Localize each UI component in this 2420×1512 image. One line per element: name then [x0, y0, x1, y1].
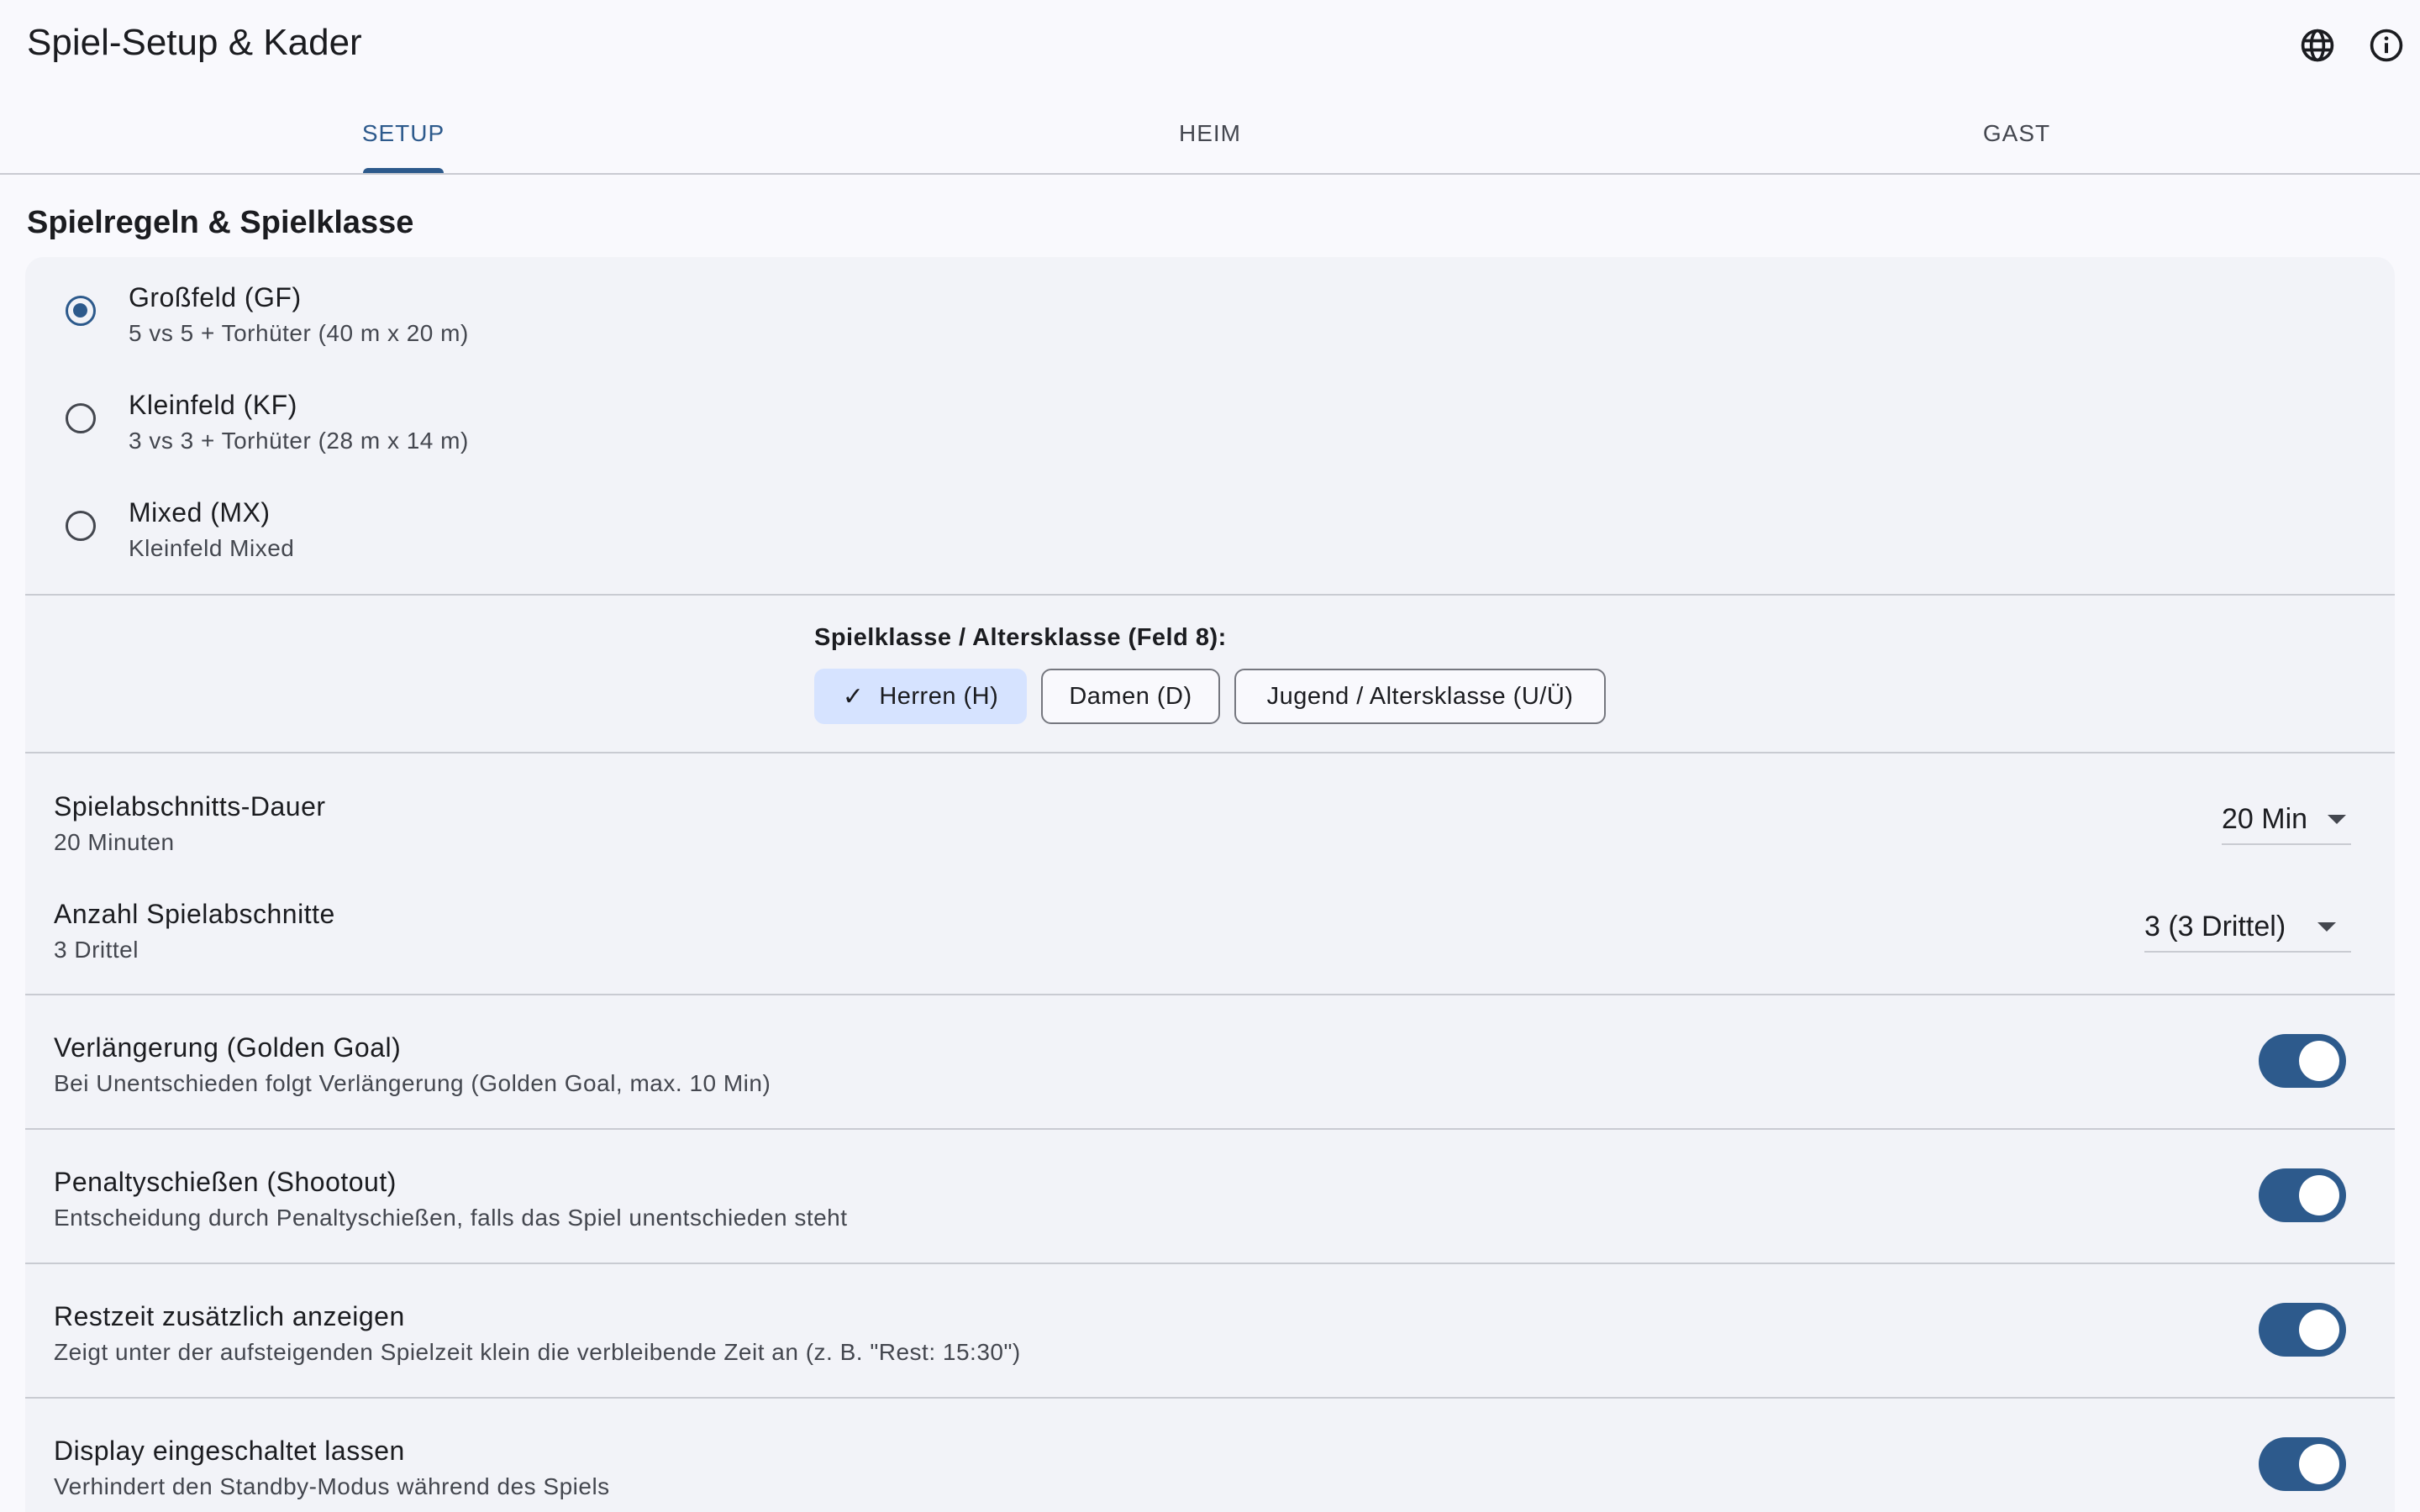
- tab-setup[interactable]: SETUP: [0, 94, 807, 173]
- chip-damen[interactable]: Damen (D): [1041, 669, 1220, 724]
- toggle-subtitle-restzeit: Zeigt unter der aufsteigenden Spielzeit …: [54, 1339, 1021, 1365]
- setting-title-dauer: Spielabschnitts-Dauer: [54, 791, 326, 822]
- option-subtitle: 5 vs 5 + Torhüter (40 m x 20 m): [129, 320, 469, 346]
- penalty-toggle[interactable]: [2259, 1168, 2346, 1222]
- option-subtitle: 3 vs 3 + Torhüter (28 m x 14 m): [129, 428, 469, 454]
- toggle-knob: [2299, 1444, 2339, 1484]
- divider: [25, 752, 2395, 753]
- toggle-title-verlaengerung: Verlängerung (Golden Goal): [54, 1032, 402, 1063]
- toggle-knob: [2299, 1041, 2339, 1081]
- radio-button[interactable]: [66, 511, 96, 541]
- restzeit-toggle[interactable]: [2259, 1303, 2346, 1357]
- toggle-subtitle-display: Verhindert den Standby-Modus während des…: [54, 1473, 610, 1499]
- toggle-knob: [2299, 1175, 2339, 1215]
- verlaengerung-toggle[interactable]: [2259, 1034, 2346, 1088]
- check-icon: ✓: [842, 682, 865, 711]
- toggle-title-penalty: Penaltyschießen (Shootout): [54, 1167, 397, 1197]
- divider: [25, 1128, 2395, 1130]
- divider: [25, 994, 2395, 995]
- setting-title-anzahl: Anzahl Spielabschnitte: [54, 899, 335, 929]
- dropdown-value: 20 Min: [2222, 802, 2308, 835]
- anzahl-dropdown[interactable]: 3 (3 Drittel): [2144, 902, 2351, 953]
- toggle-title-display: Display eingeschaltet lassen: [54, 1436, 405, 1466]
- top-app-bar: Spiel-Setup & Kader: [0, 0, 2420, 94]
- klasse-label: Spielklasse / Altersklasse (Feld 8):: [814, 624, 1227, 651]
- setting-subtitle-anzahl: 3 Drittel: [54, 937, 139, 963]
- toggle-subtitle-verlaengerung: Bei Unentschieden folgt Verlängerung (Go…: [54, 1070, 771, 1096]
- tab-indicator: [363, 168, 444, 173]
- game-mode-option-kf[interactable]: Kleinfeld (KF) 3 vs 3 + Torhüter (28 m x…: [25, 366, 2395, 474]
- option-subtitle: Kleinfeld Mixed: [129, 535, 295, 561]
- toggle-knob: [2299, 1310, 2339, 1350]
- game-mode-option-mx[interactable]: Mixed (MX) Kleinfeld Mixed: [25, 474, 2395, 581]
- option-title: Mixed (MX): [129, 497, 271, 528]
- display-toggle[interactable]: [2259, 1437, 2346, 1491]
- divider: [25, 1397, 2395, 1399]
- radio-button[interactable]: [66, 403, 96, 433]
- chevron-down-icon: [2317, 921, 2337, 932]
- setting-subtitle-dauer: 20 Minuten: [54, 829, 175, 855]
- page-title: Spiel-Setup & Kader: [27, 22, 362, 63]
- tab-bar: SETUP HEIM GAST: [0, 94, 2420, 175]
- option-title: Großfeld (GF): [129, 282, 302, 312]
- tab-heim[interactable]: HEIM: [807, 94, 1613, 173]
- divider: [25, 594, 2395, 596]
- option-title: Kleinfeld (KF): [129, 390, 297, 420]
- chip-jugend[interactable]: Jugend / Altersklasse (U/Ü): [1234, 669, 1606, 724]
- tab-gast[interactable]: GAST: [1613, 94, 2420, 173]
- info-icon[interactable]: [2368, 27, 2405, 64]
- toggle-subtitle-penalty: Entscheidung durch Penaltyschießen, fall…: [54, 1205, 848, 1231]
- dropdown-value: 3 (3 Drittel): [2144, 910, 2286, 942]
- chip-label: Herren (H): [879, 682, 999, 710]
- dauer-dropdown[interactable]: 20 Min: [2222, 795, 2351, 845]
- chip-label: Damen (D): [1069, 682, 1192, 710]
- chevron-down-icon: [2328, 814, 2347, 824]
- divider: [25, 1263, 2395, 1264]
- globe-icon[interactable]: [2299, 27, 2336, 64]
- toggle-title-restzeit: Restzeit zusätzlich anzeigen: [54, 1301, 405, 1331]
- chip-label: Jugend / Altersklasse (U/Ü): [1266, 682, 1574, 710]
- game-mode-option-gf[interactable]: Großfeld (GF) 5 vs 5 + Torhüter (40 m x …: [25, 259, 2395, 366]
- section-heading: Spielregeln & Spielklasse: [27, 205, 414, 240]
- chip-herren[interactable]: ✓ Herren (H): [814, 669, 1027, 724]
- radio-button[interactable]: [66, 296, 96, 326]
